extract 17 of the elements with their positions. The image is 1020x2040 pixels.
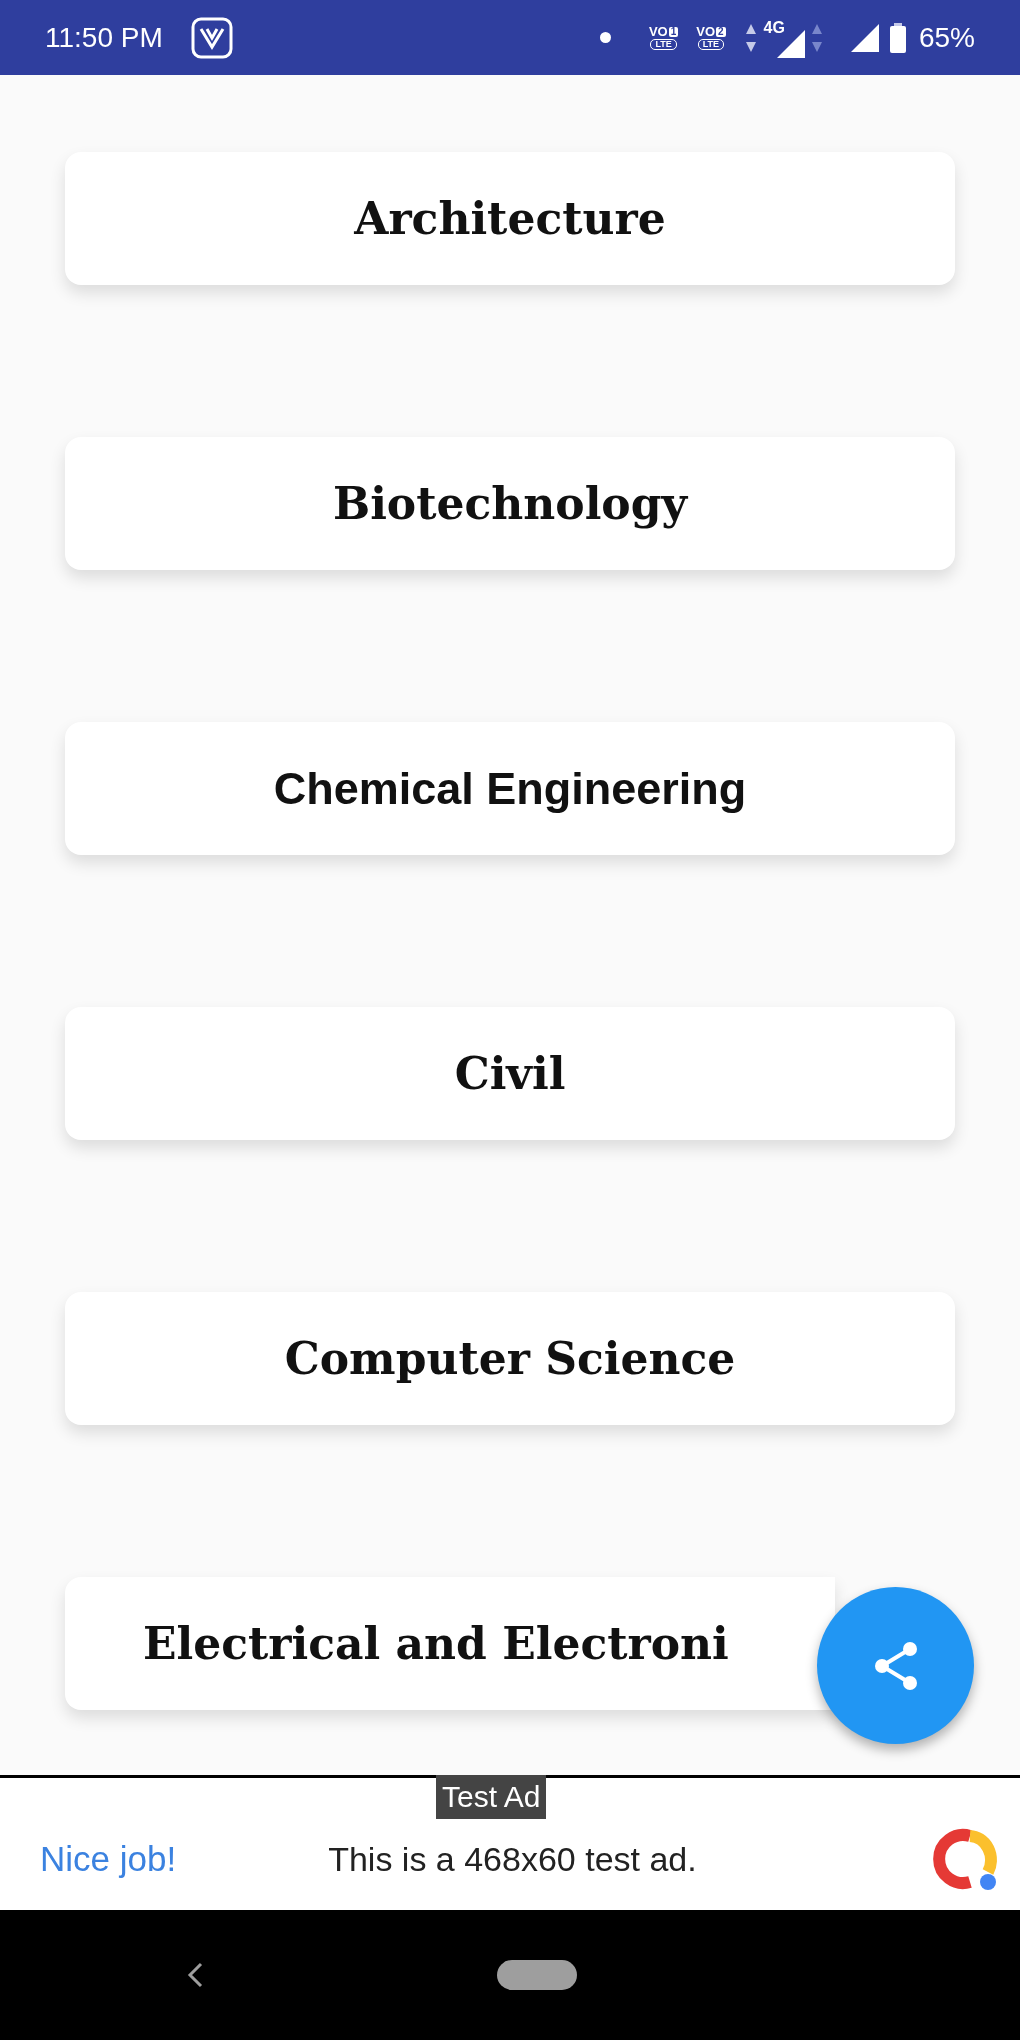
battery-level: 65% [918,20,975,55]
network-type: 4G [763,18,785,38]
home-button[interactable] [497,1960,577,1990]
test-ad-badge: Test Ad [436,1775,547,1819]
course-button[interactable]: Architecture [65,152,955,285]
course-button[interactable]: Chemical Engineering [65,722,955,855]
course-button[interactable]: Electrical and Electroni [65,1577,835,1710]
clock: 11:50 PM [45,20,163,55]
battery-icon [888,21,907,54]
course-button[interactable]: Biotechnology [65,437,955,570]
app-icon [190,16,233,59]
ad-headline[interactable]: Nice job! [40,1832,177,1886]
share-button[interactable] [817,1587,974,1744]
ad-text: This is a 468x60 test ad. [328,1838,697,1880]
course-button[interactable]: Computer Science [65,1292,955,1425]
back-icon[interactable] [186,1961,204,1989]
course-button[interactable]: Civil [65,1007,955,1140]
